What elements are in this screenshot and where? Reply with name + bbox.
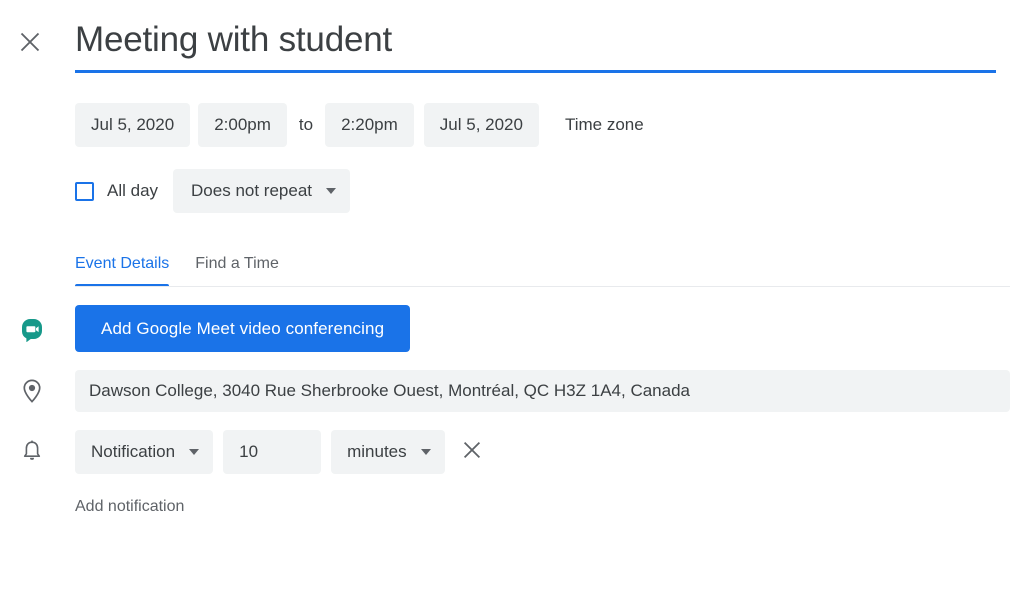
add-notification-link[interactable]: Add notification bbox=[0, 498, 184, 516]
google-meet-icon bbox=[14, 316, 50, 342]
notification-row: Notification minutes bbox=[0, 430, 1024, 474]
location-pin-icon bbox=[14, 378, 50, 404]
title-field-wrapper: Meeting with student bbox=[75, 18, 996, 73]
close-icon bbox=[19, 31, 41, 53]
all-day-checkbox[interactable] bbox=[75, 182, 94, 201]
all-day-label: All day bbox=[107, 181, 158, 201]
notification-amount-input[interactable] bbox=[223, 430, 321, 474]
event-title-input[interactable]: Meeting with student bbox=[75, 18, 996, 70]
tab-divider bbox=[75, 286, 1010, 287]
event-header: Meeting with student bbox=[0, 0, 1024, 73]
start-date-field[interactable]: Jul 5, 2020 bbox=[75, 103, 190, 147]
tab-find-a-time[interactable]: Find a Time bbox=[195, 255, 279, 287]
tab-event-details[interactable]: Event Details bbox=[75, 255, 169, 287]
schedule-row: Jul 5, 2020 2:00pm to 2:20pm Jul 5, 2020… bbox=[0, 103, 1024, 147]
notification-unit-dropdown[interactable]: minutes bbox=[331, 430, 445, 474]
conferencing-row: Add Google Meet video conferencing bbox=[0, 305, 1024, 352]
location-input[interactable]: Dawson College, 3040 Rue Sherbrooke Oues… bbox=[75, 370, 1010, 412]
add-google-meet-button[interactable]: Add Google Meet video conferencing bbox=[75, 305, 410, 352]
remove-notification-button[interactable] bbox=[455, 435, 489, 469]
notification-unit-value: minutes bbox=[347, 442, 407, 462]
location-body: Dawson College, 3040 Rue Sherbrooke Oues… bbox=[75, 370, 1024, 412]
recurrence-dropdown[interactable]: Does not repeat bbox=[173, 169, 350, 213]
all-day-row: All day Does not repeat bbox=[0, 169, 1024, 213]
chevron-down-icon bbox=[189, 449, 199, 455]
close-icon bbox=[462, 440, 482, 465]
chevron-down-icon bbox=[326, 188, 336, 194]
notification-type-dropdown[interactable]: Notification bbox=[75, 430, 213, 474]
time-zone-button[interactable]: Time zone bbox=[565, 115, 644, 135]
location-row: Dawson College, 3040 Rue Sherbrooke Oues… bbox=[0, 370, 1024, 412]
start-time-field[interactable]: 2:00pm bbox=[198, 103, 287, 147]
to-label: to bbox=[287, 115, 325, 135]
title-underline bbox=[75, 70, 996, 73]
bell-icon bbox=[14, 439, 50, 465]
recurrence-value: Does not repeat bbox=[191, 181, 312, 201]
close-button[interactable] bbox=[14, 26, 46, 58]
chevron-down-icon bbox=[421, 449, 431, 455]
notification-body: Notification minutes bbox=[75, 430, 1024, 474]
tab-bar: Event Details Find a Time bbox=[0, 255, 1024, 287]
notification-type-value: Notification bbox=[91, 442, 175, 462]
end-date-field[interactable]: Jul 5, 2020 bbox=[424, 103, 539, 147]
conferencing-body: Add Google Meet video conferencing bbox=[75, 305, 1024, 352]
end-time-field[interactable]: 2:20pm bbox=[325, 103, 414, 147]
